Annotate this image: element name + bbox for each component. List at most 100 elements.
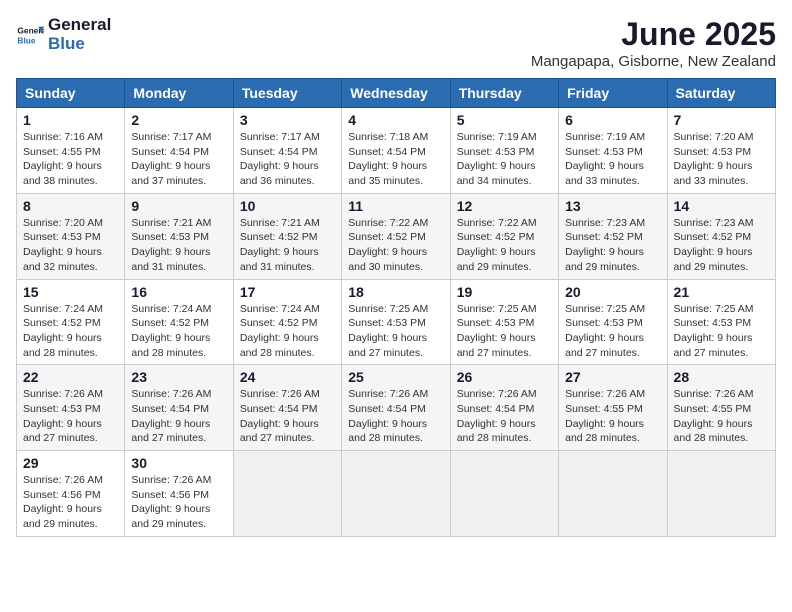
table-row: 11 Sunrise: 7:22 AMSunset: 4:52 PMDayligh… [342,193,450,279]
sunrise-text: Sunrise: 7:25 AM [348,303,428,315]
daylight-text: Daylight: 9 hours and 35 minutes. [348,160,427,187]
col-header-wednesday: Wednesday [342,79,450,108]
sunset-text: Sunset: 4:52 PM [23,317,101,329]
day-info: Sunrise: 7:26 AMSunset: 4:55 PMDaylight:… [674,387,769,446]
day-info: Sunrise: 7:17 AMSunset: 4:54 PMDaylight:… [131,130,226,189]
day-info: Sunrise: 7:17 AM Sunset: 4:54 PM Daylight:… [240,130,335,189]
sunrise-text: Sunrise: 7:26 AM [565,388,645,400]
day-info: Sunrise: 7:26 AMSunset: 4:56 PMDaylight:… [23,473,118,532]
day-number: 24 [240,369,335,385]
day-number: 1 [23,112,118,128]
daylight-text: Daylight: 9 hours and 27 minutes. [348,332,427,359]
table-row: 15Sunrise: 7:24 AMSunset: 4:52 PMDayligh… [17,279,125,365]
day-number: 5 [457,112,552,128]
day-info: Sunrise: 7:22 AMSunset: 4:52 PMDaylight:… [457,216,552,275]
day-number: 9 [131,198,226,214]
day-number: 10 [240,198,335,214]
table-row: 21Sunrise: 7:25 AMSunset: 4:53 PMDayligh… [667,279,775,365]
day-number: 13 [565,198,660,214]
day-info: Sunrise: 7:20 AMSunset: 4:53 PMDaylight:… [674,130,769,189]
table-row: 12 Sunrise: 7:22 AMSunset: 4:52 PMDayligh… [450,193,558,279]
daylight-text: Daylight: 9 hours and 29 minutes. [23,503,102,530]
sunset-text: Sunset: 4:53 PM [674,146,752,158]
day-number: 2 [131,112,226,128]
day-number: 22 [23,369,118,385]
daylight-text: Daylight: 9 hours and 27 minutes. [131,418,210,445]
table-row: 22Sunrise: 7:26 AMSunset: 4:53 PMDayligh… [17,365,125,451]
daylight-text: Daylight: 9 hours and 27 minutes. [565,332,644,359]
table-row: 28Sunrise: 7:26 AMSunset: 4:55 PMDayligh… [667,365,775,451]
daylight-text: Daylight: 9 hours and 29 minutes. [457,246,536,273]
day-info: Sunrise: 7:22 AMSunset: 4:52 PMDaylight:… [348,216,443,275]
day-info: Sunrise: 7:26 AMSunset: 4:54 PMDaylight:… [240,387,335,446]
day-info: Sunrise: 7:25 AMSunset: 4:53 PMDaylight:… [565,302,660,361]
sunrise-text: Sunrise: 7:20 AM [674,131,754,143]
col-header-tuesday: Tuesday [233,79,341,108]
sunrise-text: Sunrise: 7:19 AM [565,131,645,143]
daylight-text: Daylight: 9 hours and 27 minutes. [457,332,536,359]
daylight-text: Daylight: 9 hours and 37 minutes. [131,160,210,187]
day-info: Sunrise: 7:26 AMSunset: 4:56 PMDaylight:… [131,473,226,532]
table-row: 3Sunrise: 7:17 AMSunset: 4:54 PMDaylight… [233,108,341,194]
daylight-text: Daylight: 9 hours and 29 minutes. [131,503,210,530]
day-info: Sunrise: 7:25 AM Sunset: 4:53 PM Daylight:… [348,302,443,361]
sunset-text: Sunset: 4:53 PM [348,317,426,329]
day-info: Sunrise: 7:23 AMSunset: 4:52 PMDaylight:… [565,216,660,275]
daylight-text: Daylight: 9 hours and 27 minutes. [23,418,102,445]
table-row: 17Sunrise: 7:24 AMSunset: 4:52 PMDayligh… [233,279,341,365]
table-row [667,451,775,537]
table-row: 1 Sunrise: 7:16 AMSunset: 4:55 PMDaylight… [17,108,125,194]
table-row: 7Sunrise: 7:20 AMSunset: 4:53 PMDaylight… [667,108,775,194]
day-number: 25 [348,369,443,385]
title-area: June 2025 Mangapapa, Gisborne, New Zeala… [531,16,776,70]
sunrise-text: Sunrise: 7:26 AM [240,388,320,400]
col-header-saturday: Saturday [667,79,775,108]
table-row: 6Sunrise: 7:19 AMSunset: 4:53 PMDaylight… [559,108,667,194]
logo-blue: Blue [48,35,111,54]
sunset-text: Sunset: 4:53 PM [565,317,643,329]
table-row: 13 Sunrise: 7:23 AMSunset: 4:52 PMDayligh… [559,193,667,279]
sunset-text: Sunset: 4:53 PM [674,317,752,329]
daylight-text: Daylight: 9 hours and 28 minutes. [674,418,753,445]
day-number: 7 [674,112,769,128]
daylight-text: Daylight: 9 hours and 34 minutes. [457,160,536,187]
sunrise-text: Sunrise: 7:26 AM [131,474,211,486]
day-number: 12 [457,198,552,214]
sunrise-text: Sunrise: 7:21 AM [131,217,211,229]
table-row [450,451,558,537]
header: General Blue General Blue June 2025 Mang… [16,16,776,70]
day-number: 21 [674,284,769,300]
sunset-text: Sunset: 4:52 PM [240,317,318,329]
day-number: 23 [131,369,226,385]
sunset-text: Sunset: 4:53 PM [457,317,535,329]
day-number: 11 [348,198,443,214]
sunrise-text: Sunrise: 7:24 AM [131,303,211,315]
daylight-text: Daylight: 9 hours and 28 minutes. [131,332,210,359]
sunset-text: Sunset: 4:53 PM [457,146,535,158]
daylight-text: Daylight: 9 hours and 30 minutes. [348,246,427,273]
table-row: 16Sunrise: 7:24 AMSunset: 4:52 PMDayligh… [125,279,233,365]
day-number: 17 [240,284,335,300]
day-info: Sunrise: 7:18 AMSunset: 4:54 PMDaylight:… [348,130,443,189]
daylight-text: Daylight: 9 hours and 38 minutes. [23,160,102,187]
sunset-text: Sunset: 4:53 PM [23,403,101,415]
calendar-subtitle: Mangapapa, Gisborne, New Zealand [531,53,776,70]
sunrise-text: Sunrise: 7:17 AM [240,131,320,143]
sunset-text: Sunset: 4:54 PM [240,146,318,158]
sunset-text: Sunset: 4:52 PM [240,231,318,243]
day-info: Sunrise: 7:26 AMSunset: 4:55 PMDaylight:… [565,387,660,446]
sunrise-text: Sunrise: 7:25 AM [674,303,754,315]
day-number: 30 [131,455,226,471]
daylight-text: Daylight: 9 hours and 27 minutes. [240,418,319,445]
daylight-text: Daylight: 9 hours and 36 minutes. [240,160,319,187]
day-info: Sunrise: 7:24 AMSunset: 4:52 PMDaylight:… [23,302,118,361]
table-row [559,451,667,537]
day-number: 16 [131,284,226,300]
day-number: 14 [674,198,769,214]
day-info: Sunrise: 7:23 AMSunset: 4:52 PMDaylight:… [674,216,769,275]
sunset-text: Sunset: 4:53 PM [565,146,643,158]
day-info: Sunrise: 7:19 AMSunset: 4:53 PMDaylight:… [457,130,552,189]
sunrise-text: Sunrise: 7:23 AM [565,217,645,229]
col-header-sunday: Sunday [17,79,125,108]
day-info: Sunrise: 7:16 AMSunset: 4:55 PMDaylight:… [23,130,118,189]
